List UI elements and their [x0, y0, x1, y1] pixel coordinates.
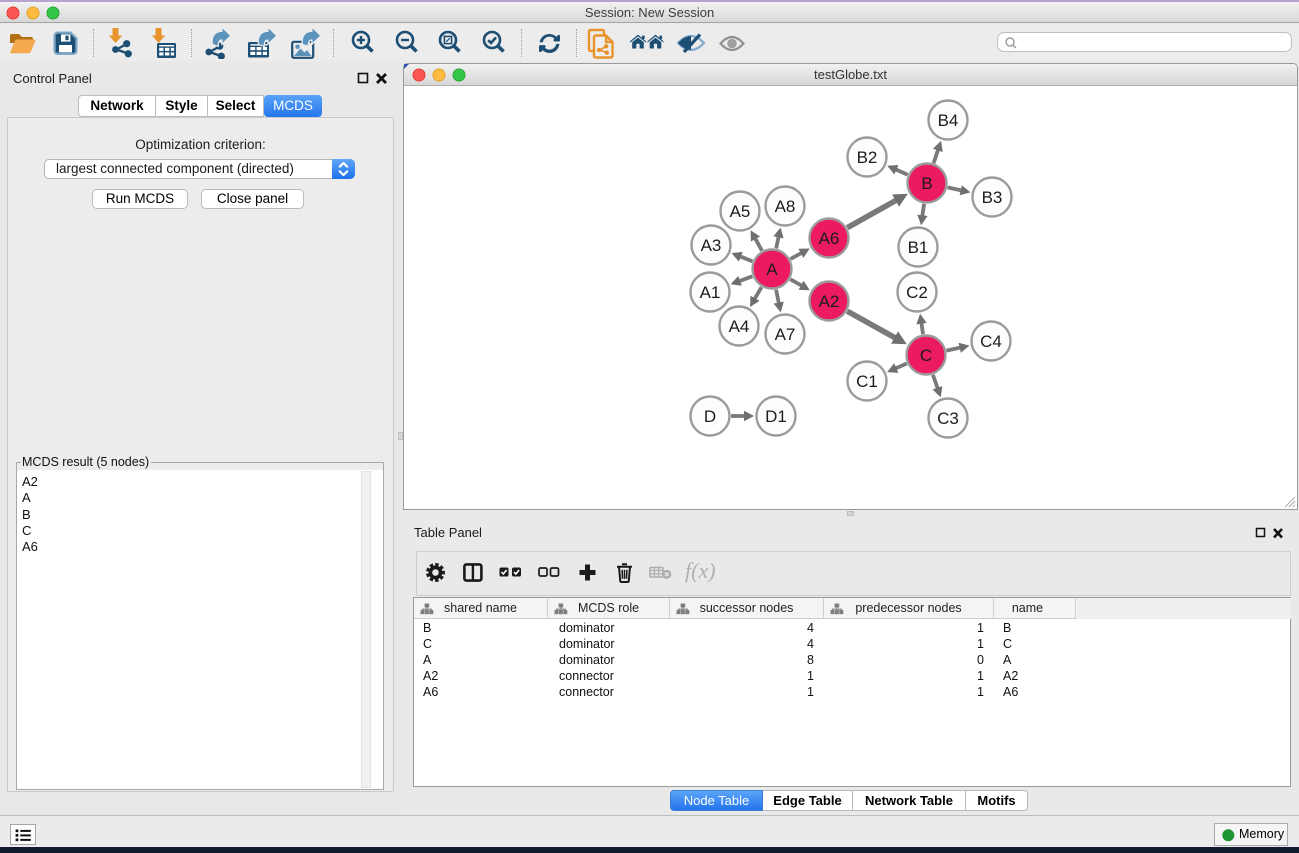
svg-text:B4: B4 — [938, 111, 959, 130]
svg-text:A: A — [766, 260, 778, 279]
svg-text:A2: A2 — [819, 292, 840, 311]
svg-text:B2: B2 — [857, 148, 878, 167]
svg-text:C: C — [920, 346, 932, 365]
svg-text:A3: A3 — [701, 236, 722, 255]
svg-text:C2: C2 — [906, 283, 928, 302]
svg-text:B3: B3 — [982, 188, 1003, 207]
svg-text:D1: D1 — [765, 407, 787, 426]
svg-text:A8: A8 — [775, 197, 796, 216]
svg-text:C1: C1 — [856, 372, 878, 391]
svg-text:A4: A4 — [729, 317, 750, 336]
svg-text:D: D — [704, 407, 716, 426]
svg-text:C3: C3 — [937, 409, 959, 428]
svg-text:B1: B1 — [908, 238, 929, 257]
svg-text:A5: A5 — [730, 202, 751, 221]
svg-text:B: B — [921, 174, 932, 193]
svg-text:C4: C4 — [980, 332, 1002, 351]
svg-text:A7: A7 — [775, 325, 796, 344]
svg-text:A6: A6 — [819, 229, 840, 248]
svg-text:A1: A1 — [700, 283, 721, 302]
